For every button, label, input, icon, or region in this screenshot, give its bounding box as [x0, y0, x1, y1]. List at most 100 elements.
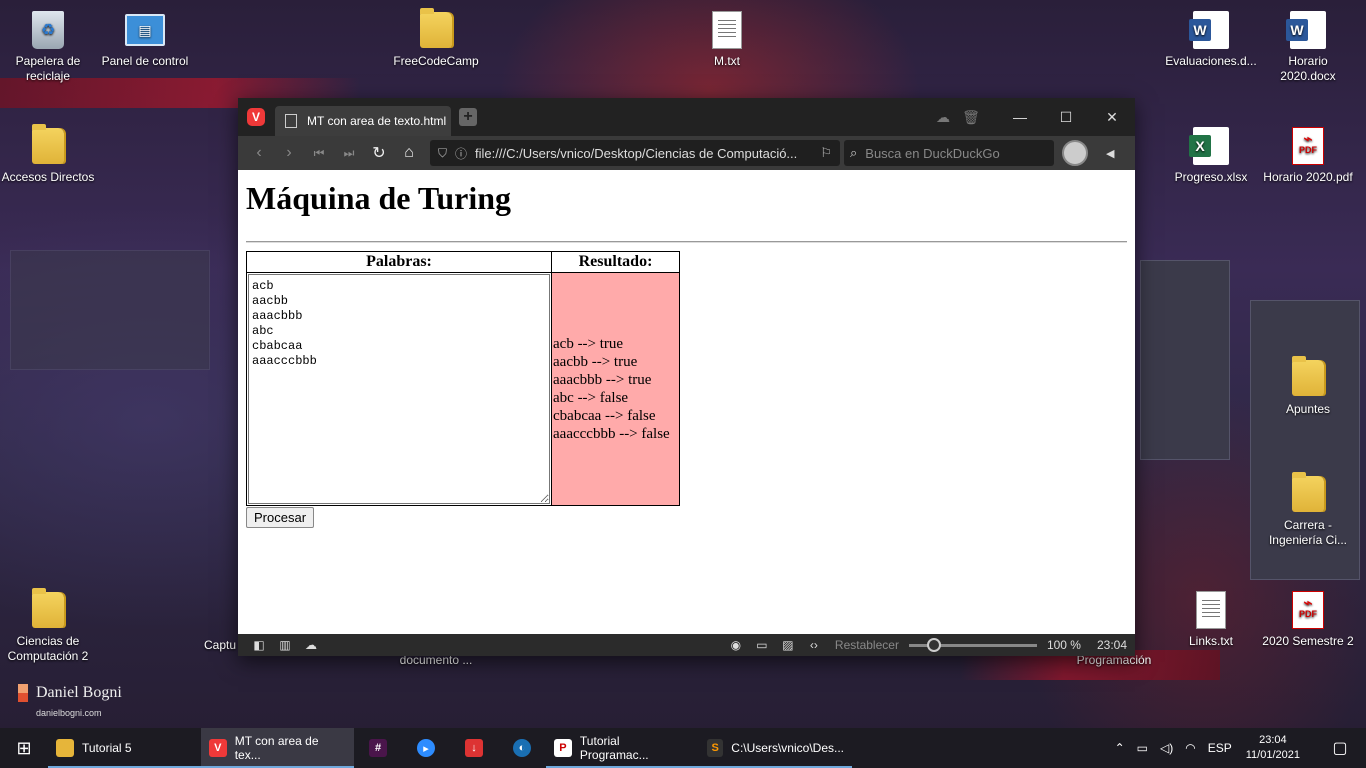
desktop-icon-accesos-directos[interactable]: Accesos Directos	[0, 124, 96, 185]
folder-icon	[32, 124, 64, 164]
background-castle	[10, 250, 210, 370]
excel-icon: X	[1189, 127, 1229, 165]
desktop-icon-horario-docx[interactable]: W Horario 2020.docx	[1260, 10, 1356, 84]
fast-forward-icon[interactable]: ⏭	[334, 146, 364, 161]
desktop-icon-label: Apuntes	[1285, 402, 1331, 416]
desktop-icon-control-panel[interactable]: ▤ Panel de control	[97, 10, 193, 69]
watermark-name: Daniel Bogni	[36, 684, 122, 701]
desktop-icon-label: Panel de control	[101, 54, 189, 68]
desktop-icon-ciencias[interactable]: Ciencias de Computación 2	[0, 588, 96, 664]
desktop-icon-progreso[interactable]: X Progreso.xlsx	[1163, 126, 1259, 185]
desktop-icon-label: Links.txt	[1188, 634, 1233, 648]
app-icon: ◐	[513, 739, 531, 757]
window-icon[interactable]: ▭	[749, 638, 775, 652]
page-icon	[285, 114, 297, 128]
desktop-icon-label: 2020 Semestre 2	[1262, 634, 1354, 648]
zoom-slider-knob[interactable]	[926, 637, 941, 652]
bookmark-icon[interactable]: ⚐	[820, 145, 832, 161]
notifications-icon[interactable]: ▢	[1320, 738, 1360, 758]
maximize-button[interactable]: ☐	[1043, 109, 1089, 126]
vivaldi-menu-icon[interactable]: V	[247, 108, 265, 126]
profile-avatar[interactable]	[1062, 140, 1088, 166]
volume-icon[interactable]: ◁)	[1160, 741, 1173, 755]
taskbar-item-pdf[interactable]: P Tutorial Programac...	[546, 728, 699, 768]
new-tab-icon[interactable]: +	[459, 108, 477, 126]
tile-icon[interactable]: ▥	[272, 638, 298, 652]
code-icon[interactable]: ‹›	[801, 638, 827, 652]
taskbar: ⊞ Tutorial 5 V MT con area de tex... # ▸…	[0, 728, 1366, 768]
panel-icon[interactable]: ◧	[246, 638, 272, 652]
text-file-icon	[712, 11, 742, 49]
browser-navbar: ‹ › ⏮ ⏭ ↻ ⌂ ⛉ ⓘ file:///C:/Users/vnico/D…	[238, 136, 1135, 170]
desktop-icon-recycle-bin[interactable]: ♻ Papelera de reciclaje	[0, 10, 96, 84]
taskbar-item-app[interactable]: ◐	[498, 728, 546, 768]
minimize-button[interactable]: —	[997, 109, 1043, 125]
rewind-icon[interactable]: ⏮	[304, 146, 334, 161]
taskbar-clock[interactable]: 23:04 11/01/2021	[1246, 733, 1300, 763]
sublime-icon: S	[707, 739, 724, 757]
search-icon: ⌕	[850, 145, 858, 160]
tab-title: MT con area de texto.html	[307, 114, 447, 128]
image-icon[interactable]: ▨	[775, 638, 801, 652]
page-title: Máquina de Turing	[246, 180, 511, 216]
desktop-icon-evaluaciones[interactable]: W Evaluaciones.d...	[1163, 10, 1259, 69]
sync-cloud-icon[interactable]: ☁	[298, 638, 324, 652]
taskbar-item-browser[interactable]: V MT con area de tex...	[201, 728, 354, 768]
chevron-up-icon[interactable]: ⌃	[1115, 741, 1125, 755]
wifi-icon[interactable]: ◠	[1185, 741, 1195, 755]
control-panel-icon: ▤	[125, 14, 165, 46]
browser-tab[interactable]: MT con area de texto.html	[275, 106, 451, 136]
recycle-bin-icon: ♻	[32, 11, 64, 49]
info-icon[interactable]: ⓘ	[455, 145, 467, 162]
desktop-icon-carrera[interactable]: Carrera - Ingeniería Ci...	[1260, 472, 1356, 548]
pdf-icon: P	[554, 739, 572, 757]
battery-icon[interactable]: ▭	[1137, 741, 1148, 755]
desktop-icon-label: Progreso.xlsx	[1174, 170, 1248, 184]
desktop-icon-semestre[interactable]: PDF 2020 Semestre 2	[1260, 590, 1356, 649]
desktop-icon-links[interactable]: Links.txt	[1163, 590, 1259, 649]
camera-icon[interactable]: ◉	[723, 638, 749, 652]
shield-icon[interactable]: ⛉	[438, 146, 447, 161]
result-line: cbabcaa --> false	[553, 408, 656, 424]
taskbar-item-slack[interactable]: #	[354, 728, 402, 768]
desktop-icon-freecodecamp[interactable]: FreeCodeCamp	[388, 8, 484, 69]
taskbar-item-sublime[interactable]: S C:\Users\vnico\Des...	[699, 728, 852, 768]
zoom-slider[interactable]	[908, 637, 1037, 652]
home-icon[interactable]: ⌂	[394, 144, 424, 162]
pdf-icon: PDF	[1292, 127, 1324, 165]
browser-statusbar: ◧ ▥ ☁ ◉ ▭ ▨ ‹› Restablecer 100 % 23:04	[238, 634, 1135, 656]
desktop-icon-label: Accesos Directos	[1, 170, 95, 184]
taskbar-item-zoom[interactable]: ▸	[402, 728, 450, 768]
cloud-icon[interactable]: ☁	[929, 109, 957, 126]
words-textarea[interactable]: acb aacbb aaacbbb abc cbabcaa aaacccbbb	[248, 274, 550, 504]
desktop-icon-label: FreeCodeCamp	[393, 54, 479, 68]
taskbar-item-download[interactable]: ↓	[450, 728, 498, 768]
forward-icon[interactable]: ›	[274, 144, 304, 162]
desktop-icon-horario-pdf[interactable]: PDF Horario 2020.pdf	[1260, 126, 1356, 185]
result-line: aacbb --> true	[553, 354, 638, 370]
watermark-site: danielbogni.com	[36, 708, 102, 718]
taskbar-item-tutorial5[interactable]: Tutorial 5	[48, 728, 201, 768]
result-cell: acb --> true aacbb --> true aaacbbb --> …	[551, 272, 680, 506]
desktop-icon-apuntes[interactable]: Apuntes	[1260, 356, 1356, 417]
zoom-reset-button[interactable]: Restablecer	[835, 638, 899, 652]
trash-icon[interactable]: 🗑	[957, 109, 985, 126]
address-bar[interactable]: ⛉ ⓘ file:///C:/Users/vnico/Desktop/Cienc…	[430, 140, 840, 166]
windows-start-icon[interactable]: ⊞	[0, 728, 48, 768]
language-indicator[interactable]: ESP	[1208, 741, 1232, 755]
desktop-icon-label: Ciencias de Computación 2	[7, 634, 89, 663]
result-line: acb --> true	[553, 336, 624, 352]
panel-toggle-icon[interactable]: ◀	[1106, 147, 1114, 160]
reload-icon[interactable]: ↻	[364, 143, 394, 163]
taskbar-item-label: Tutorial Programac...	[579, 734, 649, 762]
desktop-icon-label: M.txt	[714, 54, 740, 68]
result-header: Resultado:	[551, 251, 680, 273]
close-button[interactable]: ✕	[1089, 109, 1135, 126]
search-field[interactable]: ⌕ Busca en DuckDuckGo	[844, 140, 1054, 166]
clock-time: 23:04	[1259, 734, 1287, 746]
desktop-icon-m-txt[interactable]: M.txt	[679, 10, 775, 69]
back-icon[interactable]: ‹	[244, 144, 274, 162]
zoom-level: 100 %	[1046, 638, 1081, 652]
system-tray: ⌃ ▭ ◁) ◠ ESP 23:04 11/01/2021 ▢	[1109, 728, 1366, 768]
process-button[interactable]: Procesar	[246, 507, 315, 528]
